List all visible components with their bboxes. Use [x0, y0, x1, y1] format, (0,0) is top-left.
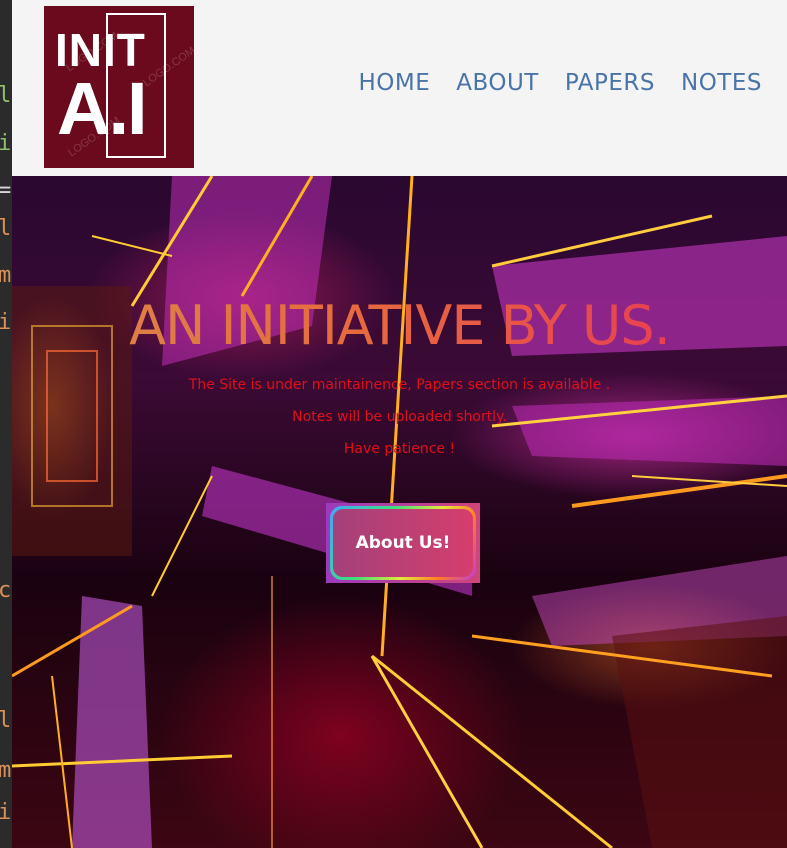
site-header: INIT A.I LOGO.COM LOGO.COM LOGO.COM HOME…: [12, 0, 787, 176]
site-logo[interactable]: INIT A.I LOGO.COM LOGO.COM LOGO.COM: [44, 6, 194, 168]
editor-glyph: l: [0, 83, 12, 108]
notes-message: Notes will be uploaded shortly.: [292, 409, 507, 425]
editor-glyph: i: [0, 310, 12, 335]
nav-notes-link[interactable]: NOTES: [681, 70, 762, 96]
editor-glyph: m: [0, 263, 12, 288]
patience-message: Have patience !: [343, 441, 456, 457]
editor-glyph: l: [0, 216, 12, 241]
editor-glyph: l: [0, 708, 12, 733]
editor-glyph: c: [0, 578, 12, 603]
about-us-button[interactable]: About Us!: [326, 503, 480, 583]
background-editor-window: l i = l m i c l m i: [0, 0, 12, 848]
maintenance-message: The Site is under maintainence, Papers s…: [188, 377, 611, 393]
editor-glyph: =: [0, 178, 12, 203]
nav-papers-link[interactable]: PAPERS: [565, 70, 655, 96]
nav-home-link[interactable]: HOME: [358, 70, 430, 96]
editor-glyph: i: [0, 800, 12, 825]
editor-glyph: m: [0, 758, 12, 783]
nav-about-link[interactable]: ABOUT: [456, 70, 539, 96]
hero-section: AN INITIATIVE BY US. The Site is under m…: [12, 176, 787, 848]
main-nav: HOME ABOUT PAPERS NOTES: [358, 70, 762, 96]
about-us-button-label: About Us!: [355, 533, 451, 553]
editor-glyph: i: [0, 131, 12, 156]
hero-title: AN INITIATIVE BY US.: [12, 294, 787, 357]
